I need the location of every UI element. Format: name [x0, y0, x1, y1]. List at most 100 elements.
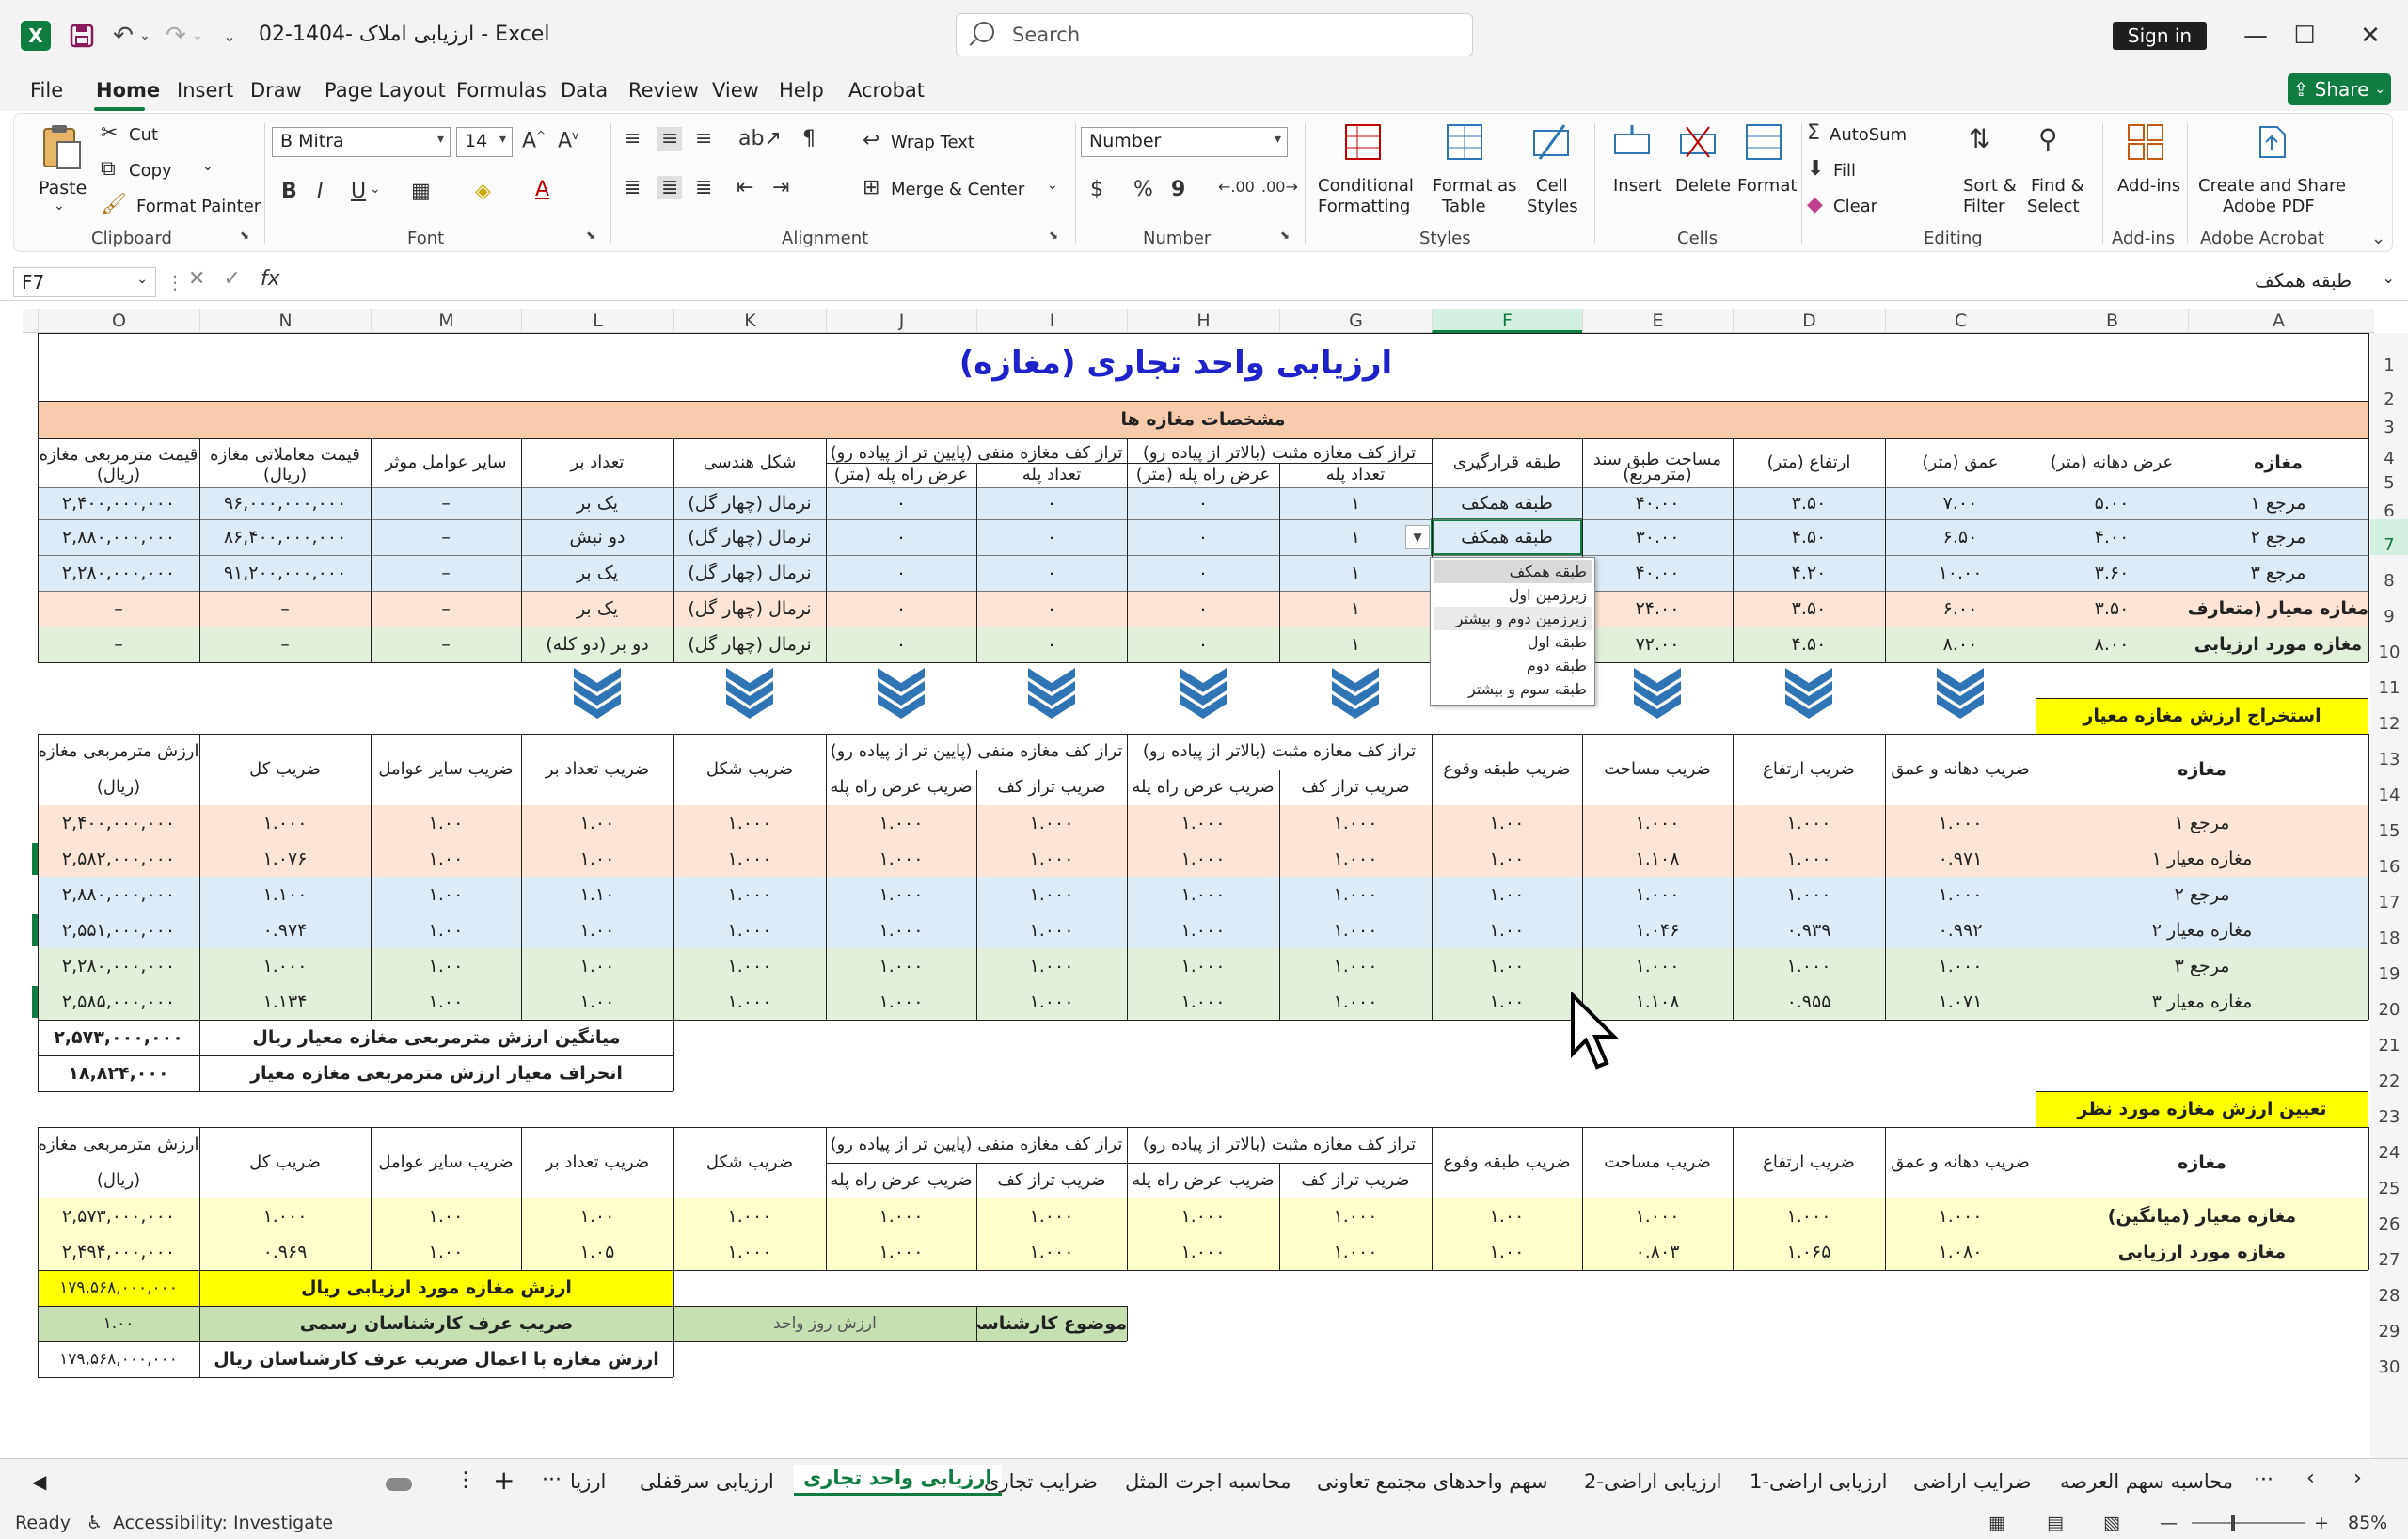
coef-header-area[interactable]: ضریب مساحت	[1582, 734, 1733, 805]
menu-acrobat[interactable]: Acrobat	[848, 79, 925, 102]
sheet-tab[interactable]: محاسبه اجرت المثل	[1125, 1470, 1291, 1493]
coef-header-total[interactable]: ضریب کل	[199, 1127, 371, 1198]
spec-cell-sides[interactable]: یک بر	[521, 555, 673, 591]
customize-toolbar-icon[interactable]: ⌄	[218, 21, 241, 51]
header-frontage[interactable]: عرض دهانه (متر)	[2036, 438, 2188, 487]
coef-cell-nl[interactable]: ۱.۰۰۰	[976, 805, 1127, 841]
menu-review[interactable]: Review	[628, 79, 699, 102]
coef-cell-sh[interactable]: ۱.۰۰۰	[673, 841, 826, 877]
coef-cell-sd[interactable]: ۱.۰۵	[521, 1234, 673, 1270]
coef-header-level[interactable]: ضریب تراز کف	[1279, 770, 1432, 805]
spec-cell-frontage[interactable]: ۳.۵۰	[2036, 591, 2188, 627]
coef-value[interactable]: ۱.۰۰	[38, 1306, 199, 1341]
name-box[interactable]: F7 ⌄	[13, 267, 156, 297]
add-ins-button[interactable]: Add-ins	[2108, 119, 2183, 223]
coef-cell-fd[interactable]: ۱.۰۰۰	[1885, 805, 2036, 841]
spec-cell-nwidth[interactable]: ۰	[826, 519, 976, 555]
spec-cell-depth[interactable]: ۱۰.۰۰	[1885, 555, 2036, 591]
align-bottom-icon[interactable]: ≡	[695, 127, 712, 151]
worksheet-grid[interactable]: ارزیابی واحد تجاری (مغازه) مشخصات مغازه …	[0, 333, 2408, 1458]
spec-cell-frontage[interactable]: ۳.۶۰	[2036, 555, 2188, 591]
coef-cell-h[interactable]: ۰.۹۵۵	[1733, 984, 1885, 1020]
coef-header-shop[interactable]: مغازه	[2036, 1127, 2368, 1198]
coef-cell-f[interactable]: ۱.۰۰	[1432, 805, 1582, 841]
spec-cell-psteps[interactable]: ۱	[1279, 555, 1432, 591]
header-deal-price[interactable]: قیمت معاملاتی مغازه	[199, 438, 371, 465]
coef-cell-f[interactable]: ۱.۰۰	[1432, 912, 1582, 948]
coef-cell-nl[interactable]: ۱.۰۰۰	[976, 841, 1127, 877]
zoom-level[interactable]: 85%	[2348, 1513, 2387, 1533]
menu-view[interactable]: View	[712, 79, 759, 102]
spec-cell-deal[interactable]: –	[199, 627, 371, 662]
percent-icon[interactable]: %	[1133, 178, 1153, 201]
spec-cell-unit[interactable]: ۲,۴۰۰,۰۰۰,۰۰۰	[38, 487, 199, 519]
header-steps[interactable]: تعداد پله	[976, 463, 1127, 487]
confirm-entry-icon[interactable]: ✓	[223, 267, 240, 291]
column-header[interactable]: C	[1885, 309, 2036, 333]
chevron-left-icon[interactable]: ‹	[2306, 1467, 2315, 1490]
spec-cell-shop[interactable]: مغازه مورد ارزیابی	[2188, 627, 2368, 662]
coef-header-frontage_depth[interactable]: ضریب دهانه و عمق	[1885, 1127, 2036, 1198]
coef-header-width[interactable]: ضریب عرض راه پله	[826, 770, 976, 805]
coef-cell-pw[interactable]: ۱.۰۰۰	[1127, 805, 1279, 841]
spec-cell-nsteps[interactable]: ۰	[976, 591, 1127, 627]
column-header[interactable]: H	[1127, 309, 1279, 333]
coef-cell-o[interactable]: ۱.۰۰	[371, 841, 521, 877]
coef-cell-nl[interactable]: ۱.۰۰۰	[976, 1234, 1127, 1270]
header-step-width[interactable]: عرض راه پله (متر)	[1127, 463, 1279, 487]
header-rial[interactable]: (ریال)	[199, 463, 371, 487]
column-header[interactable]: A	[2188, 309, 2368, 333]
coef-cell-f[interactable]: ۱.۰۰	[1432, 1234, 1582, 1270]
coef-header-shape[interactable]: ضریب شکل	[673, 734, 826, 805]
header-other[interactable]: سایر عوامل موثر	[371, 438, 521, 487]
conditional-formatting-button[interactable]: Conditional Formatting	[1312, 119, 1416, 223]
coef-header-width[interactable]: ضریب عرض راه پله	[1127, 1163, 1279, 1198]
coef-cell-pw[interactable]: ۱.۰۰۰	[1127, 841, 1279, 877]
coef-cell-sd[interactable]: ۱.۰۰	[521, 912, 673, 948]
align-top-icon[interactable]: ≡	[624, 127, 641, 151]
header-step-width[interactable]: عرض راه پله (متر)	[826, 463, 976, 487]
coef-cell-sd[interactable]: ۱.۰۰	[521, 1198, 673, 1234]
spec-cell-other[interactable]: –	[371, 555, 521, 591]
spec-cell-nsteps[interactable]: ۰	[976, 555, 1127, 591]
coef-header-positive-level[interactable]: تراز کف مغازه مثبت (بالاتر از پیاده رو)	[1127, 1127, 1432, 1163]
coef-cell-v[interactable]: ۲,۵۸۵,۰۰۰,۰۰۰	[38, 984, 199, 1020]
spec-cell-nsteps[interactable]: ۰	[976, 487, 1127, 519]
increase-indent-icon[interactable]: ⇥	[772, 176, 789, 199]
coef-cell-nl[interactable]: ۱.۰۰۰	[976, 912, 1127, 948]
more-options-icon[interactable]: ⋮	[455, 1468, 476, 1492]
spec-cell-shape[interactable]: نرمال (چهار گل)	[673, 487, 826, 519]
insert-cells-button[interactable]: Insert	[1600, 119, 1666, 223]
coef-cell-v[interactable]: ۲,۲۸۰,۰۰۰,۰۰۰	[38, 948, 199, 984]
coef-cell-pl[interactable]: ۱.۰۰۰	[1279, 948, 1432, 984]
avg-label[interactable]: میانگین ارزش مترمربعی مغازه معیار ریال	[199, 1020, 673, 1055]
coef-cell-pw[interactable]: ۱.۰۰۰	[1127, 948, 1279, 984]
spec-cell-psteps[interactable]: ۱	[1279, 487, 1432, 519]
spec-cell-other[interactable]: –	[371, 519, 521, 555]
spec-cell-psteps[interactable]: ۱	[1279, 627, 1432, 662]
minimize-icon[interactable]: —	[2237, 19, 2274, 53]
coef-cell-shop[interactable]: مغازه مورد ارزیابی	[2036, 1234, 2368, 1270]
borders-icon[interactable]: ▦	[411, 180, 431, 203]
zoom-slider-thumb[interactable]	[2231, 1515, 2235, 1531]
coef-cell-pl[interactable]: ۱.۰۰۰	[1279, 1198, 1432, 1234]
coef-cell-h[interactable]: ۱.۰۰۰	[1733, 841, 1885, 877]
coef-cell-fd[interactable]: ۱.۰۰۰	[1885, 948, 2036, 984]
page-break-view-icon[interactable]: ▧	[2103, 1513, 2120, 1533]
coef-cell-sh[interactable]: ۱.۰۰۰	[673, 948, 826, 984]
spec-cell-nwidth[interactable]: ۰	[826, 555, 976, 591]
comma-style-icon[interactable]: 9	[1171, 178, 1185, 201]
close-icon[interactable]: ✕	[2352, 19, 2389, 53]
coef-cell-fd[interactable]: ۱.۰۸۰	[1885, 1234, 2036, 1270]
column-header[interactable]: B	[2036, 309, 2188, 333]
dialog-launcher-icon[interactable]: ⬊	[1049, 229, 1058, 242]
column-header[interactable]: N	[199, 309, 371, 333]
coef-header-level[interactable]: ضریب تراز کف	[1279, 1163, 1432, 1198]
coef-cell-fd[interactable]: ۱.۰۰۰	[1885, 1198, 2036, 1234]
menu-data[interactable]: Data	[561, 79, 608, 102]
menu-file[interactable]: File	[30, 79, 63, 102]
coef-cell-shop[interactable]: مرجع ۲	[2036, 877, 2368, 912]
sheet-tab[interactable]: محاسبه سهم العرصه	[2060, 1470, 2233, 1493]
spec-cell-depth[interactable]: ۸.۰۰	[1885, 627, 2036, 662]
coef-cell-o[interactable]: ۱.۰۰	[371, 877, 521, 912]
